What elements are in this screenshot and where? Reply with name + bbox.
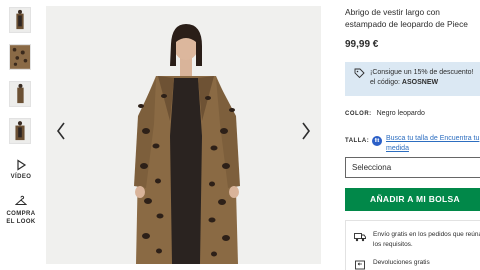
video-button[interactable]: VÍDEO	[0, 159, 42, 180]
product-title: Abrigo de vestir largo con estampado de …	[345, 6, 480, 30]
promo-banner: ¡Consigue un 15% de descuento! el código…	[345, 62, 480, 96]
thumbnail-3[interactable]	[9, 81, 31, 107]
color-label: COLOR:	[345, 111, 372, 117]
product-price: 99,99 €	[345, 39, 379, 50]
promo-text-line-2: el código: ASOSNEW	[370, 78, 480, 88]
color-row: COLOR: Negro leopardo	[345, 110, 425, 117]
size-guide-link[interactable]: Busca tu talla de Encuentra tu medida	[386, 134, 480, 154]
promo-code: ASOSNEW	[401, 79, 439, 86]
shipping-text: Envío gratis en los pedidos que reúnan l…	[373, 231, 480, 248]
shop-the-look-label-2: EL LOOK	[6, 219, 36, 225]
thumbnail-4[interactable]	[9, 118, 31, 144]
promo-prefix: el código:	[370, 79, 402, 86]
chevron-right-icon	[302, 122, 310, 140]
thumbnail-2[interactable]	[9, 44, 31, 70]
fit-assistant-icon: fit	[372, 136, 382, 146]
product-main-image	[46, 6, 321, 264]
video-label: VÍDEO	[10, 174, 32, 180]
next-image-button[interactable]	[296, 116, 316, 146]
add-to-bag-button[interactable]: AÑADIR A MI BOLSA	[345, 188, 480, 211]
product-title-line-2: estampado de leopardo de Piece	[345, 19, 468, 29]
previous-image-button[interactable]	[51, 116, 71, 146]
shop-the-look-label-1: COMPRA	[6, 211, 36, 217]
chevron-left-icon	[57, 122, 65, 140]
play-icon	[17, 159, 27, 171]
delivery-info-box: Envío gratis en los pedidos que reúnan l…	[345, 220, 480, 270]
size-label: TALLA:	[345, 138, 370, 144]
truck-icon	[354, 233, 366, 242]
shop-the-look-button[interactable]: COMPRA EL LOOK	[0, 195, 42, 226]
promo-text-line-1: ¡Consigue un 15% de descuento!	[370, 69, 474, 76]
size-select[interactable]: Selecciona	[345, 157, 480, 178]
tag-icon	[354, 68, 365, 79]
product-photo	[46, 6, 321, 264]
return-box-icon	[355, 260, 365, 270]
color-value: Negro leopardo	[376, 110, 425, 117]
returns-text: Devoluciones gratis	[373, 259, 430, 266]
product-details-panel: Abrigo de vestir largo con estampado de …	[345, 0, 480, 270]
hanger-icon	[15, 195, 27, 205]
thumbnail-strip	[0, 0, 42, 270]
thumbnail-1[interactable]	[9, 7, 31, 33]
product-title-line-1: Abrigo de vestir largo con	[345, 7, 440, 17]
